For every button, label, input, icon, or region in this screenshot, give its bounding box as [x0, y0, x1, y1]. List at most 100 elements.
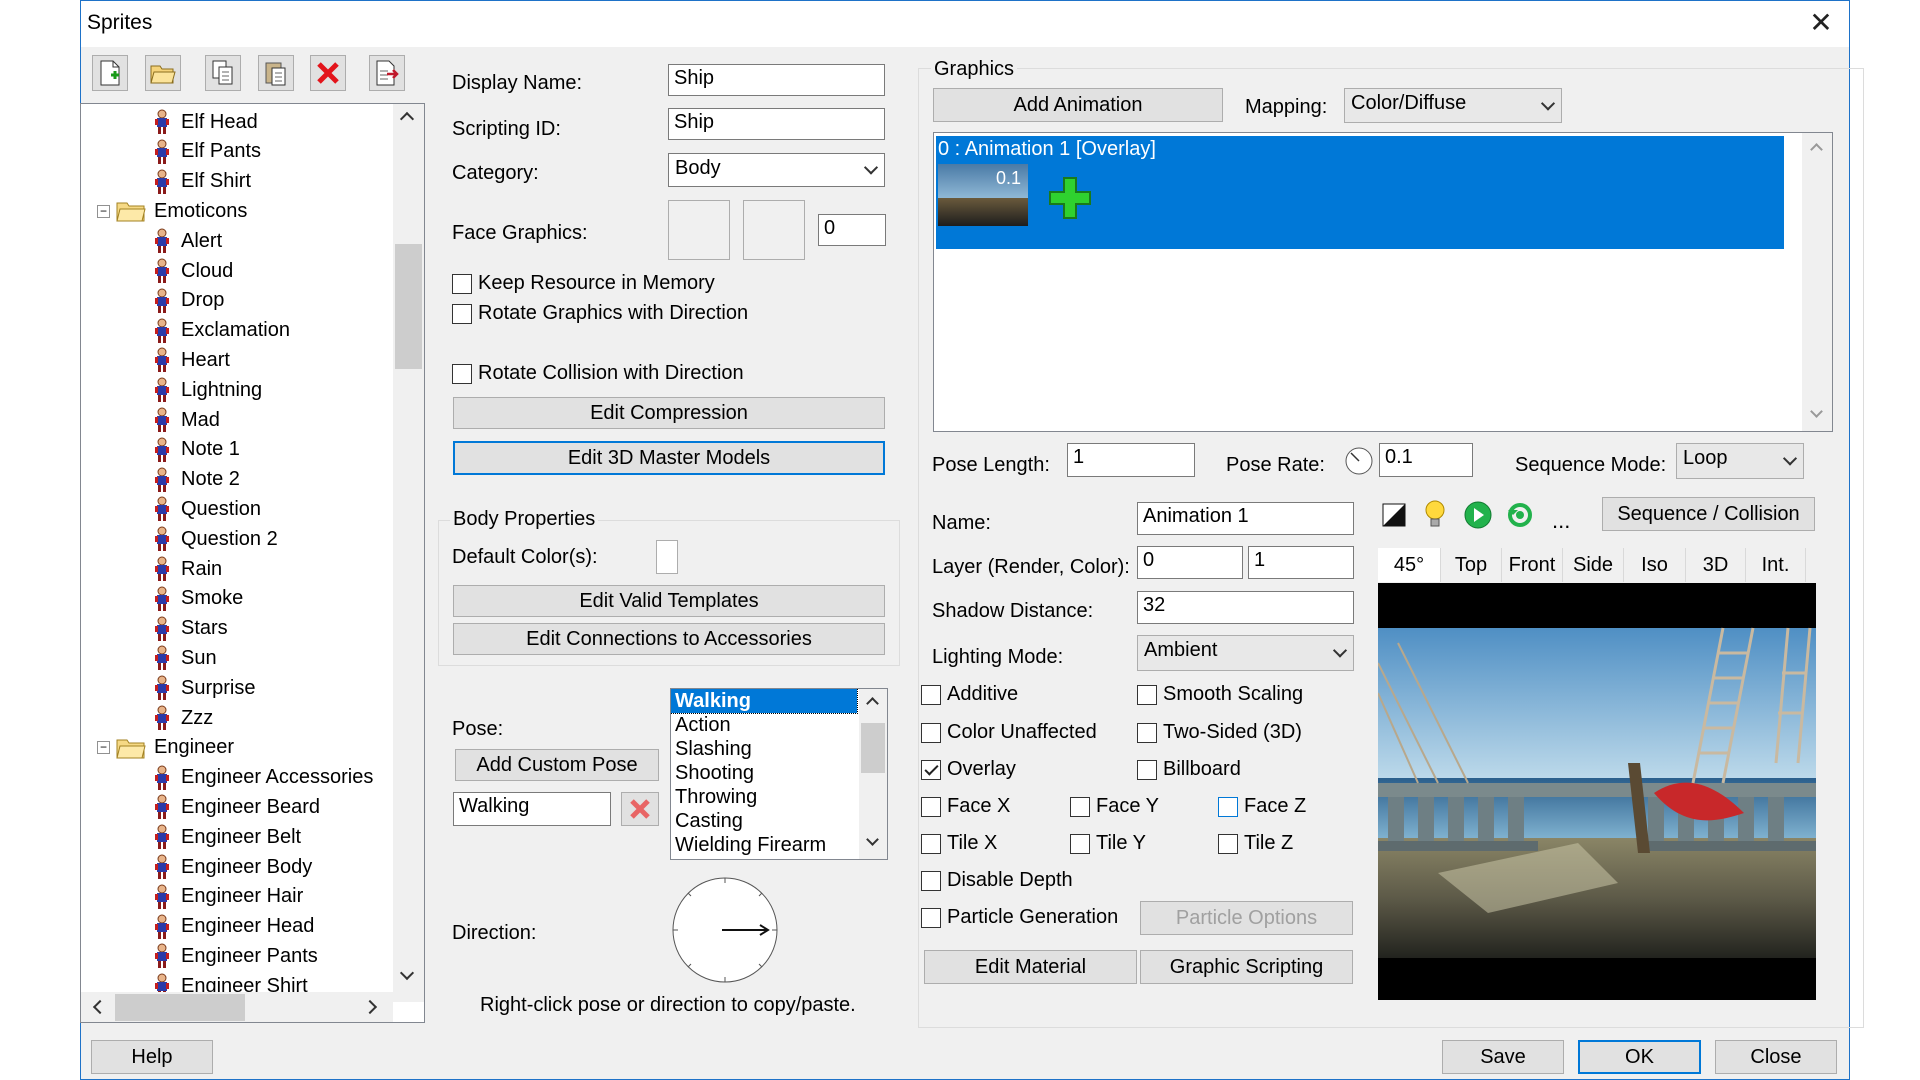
tree-vertical-scrollbar[interactable] — [393, 104, 424, 1002]
tree-item[interactable]: Question — [153, 494, 261, 524]
pose-name-field[interactable]: Walking — [453, 792, 611, 826]
pose-list-item[interactable]: Wielding Firearm — [671, 833, 887, 857]
pose-rate-dial-icon[interactable] — [1344, 446, 1374, 476]
preview-tab[interactable]: Top — [1441, 548, 1502, 582]
smooth-scaling-checkbox[interactable]: Smooth Scaling — [1137, 683, 1303, 706]
lighting-mode-select[interactable]: Ambient — [1137, 635, 1354, 671]
tree-item[interactable]: Elf Head — [153, 107, 258, 137]
collapse-icon[interactable]: − — [97, 741, 110, 755]
animation-list-scrollbar[interactable] — [1802, 133, 1832, 431]
checkbox-box[interactable] — [921, 722, 941, 743]
checkbox-box[interactable] — [452, 303, 472, 324]
tile-z-checkbox[interactable]: Tile Z — [1218, 832, 1293, 855]
graphic-preview[interactable] — [1378, 583, 1816, 1000]
edit-valid-templates-button[interactable]: Edit Valid Templates — [453, 585, 885, 617]
tree-item[interactable]: Stars — [153, 614, 228, 644]
light-bulb-icon[interactable] — [1422, 498, 1448, 530]
pose-list-scrollbar[interactable] — [859, 689, 887, 859]
pose-list-scroll-thumb[interactable] — [861, 723, 885, 773]
scroll-down-icon[interactable] — [399, 965, 415, 981]
checkbox-box[interactable] — [1137, 722, 1157, 743]
graphic-scripting-button[interactable]: Graphic Scripting — [1140, 950, 1353, 984]
delete-pose-button[interactable] — [621, 792, 659, 826]
face-graphic-slot-2[interactable] — [743, 200, 805, 260]
animation-frame-thumbnail[interactable]: 0.1 — [938, 164, 1028, 226]
scripting-id-field[interactable]: Ship — [668, 108, 885, 140]
tree-item[interactable]: Elf Shirt — [153, 167, 251, 197]
animation-name-field[interactable]: Animation 1 — [1137, 502, 1354, 535]
tree-item[interactable]: Exclamation — [153, 316, 290, 346]
default-color-swatch[interactable] — [656, 540, 678, 574]
checkbox-box[interactable] — [1218, 796, 1238, 817]
preview-tab[interactable]: 45° — [1378, 548, 1441, 582]
save-button[interactable]: Save — [1442, 1040, 1564, 1074]
tile-y-checkbox[interactable]: Tile Y — [1070, 832, 1146, 855]
loop-icon[interactable] — [1505, 500, 1535, 530]
delete-button[interactable] — [310, 55, 346, 91]
tree-scroll-thumb[interactable] — [395, 244, 422, 369]
tree-folder[interactable]: − Emoticons — [97, 196, 247, 226]
tree-horizontal-scrollbar[interactable] — [81, 992, 393, 1022]
checkbox-box[interactable] — [921, 796, 941, 817]
scroll-down-icon[interactable] — [1810, 405, 1823, 418]
tree-item[interactable]: Engineer Beard — [153, 792, 320, 822]
copy-button[interactable] — [205, 55, 241, 91]
edit-connections-button[interactable]: Edit Connections to Accessories — [453, 623, 885, 655]
scroll-down-icon[interactable] — [866, 833, 879, 846]
checkbox-box[interactable] — [921, 870, 941, 891]
preview-tab[interactable]: Int. — [1746, 548, 1806, 582]
tree-item[interactable]: Engineer Accessories — [153, 763, 373, 793]
collapse-icon[interactable]: − — [97, 204, 110, 218]
checkbox-box[interactable] — [921, 833, 941, 854]
shadow-distance-field[interactable]: 32 — [1137, 591, 1354, 624]
tree-item[interactable]: Mad — [153, 405, 220, 435]
checkbox-box[interactable] — [1137, 684, 1157, 705]
open-folder-button[interactable] — [145, 55, 181, 91]
pose-list-item[interactable]: Casting — [671, 809, 887, 833]
tree-folder[interactable]: − Engineer — [97, 733, 234, 763]
checkbox-box[interactable] — [1070, 833, 1090, 854]
add-frame-icon[interactable] — [1046, 174, 1094, 222]
layer-render-field[interactable]: 0 — [1137, 546, 1243, 579]
pose-list-item[interactable]: Slashing — [671, 737, 887, 761]
display-name-field[interactable]: Ship — [668, 64, 885, 96]
pose-list-item[interactable]: Walking — [671, 689, 858, 714]
face-graphics-field[interactable]: 0 — [818, 214, 886, 246]
add-animation-button[interactable]: Add Animation — [933, 88, 1223, 122]
tree-item[interactable]: Cloud — [153, 256, 233, 286]
tree-item[interactable]: Engineer Hair — [153, 882, 303, 912]
two-sided-checkbox[interactable]: Two-Sided (3D) — [1137, 721, 1302, 744]
scroll-up-icon[interactable] — [866, 697, 879, 710]
tree-item[interactable]: Heart — [153, 345, 230, 375]
edit-3d-master-models-button[interactable]: Edit 3D Master Models — [453, 441, 885, 475]
scroll-left-icon[interactable] — [92, 999, 108, 1015]
checkbox-box[interactable] — [1137, 759, 1157, 780]
checkbox-box[interactable] — [452, 363, 472, 384]
checkbox-box-checked[interactable] — [921, 759, 941, 780]
pose-list-item[interactable]: Action — [671, 713, 887, 737]
help-button[interactable]: Help — [91, 1040, 213, 1074]
scroll-up-icon[interactable] — [399, 111, 415, 127]
pose-list-item[interactable]: Shooting — [671, 761, 887, 785]
tree-item[interactable]: Smoke — [153, 584, 243, 614]
face-graphic-slot-1[interactable] — [668, 200, 730, 260]
layer-color-field[interactable]: 1 — [1248, 546, 1354, 579]
tree-item[interactable]: Engineer Body — [153, 852, 312, 882]
billboard-checkbox[interactable]: Billboard — [1137, 758, 1241, 781]
add-custom-pose-button[interactable]: Add Custom Pose — [455, 749, 659, 781]
tree-item[interactable]: Drop — [153, 286, 224, 316]
rotate-collision-checkbox[interactable]: Rotate Collision with Direction — [452, 362, 744, 385]
face-z-checkbox[interactable]: Face Z — [1218, 795, 1306, 818]
preview-tab[interactable]: Iso — [1624, 548, 1686, 582]
pose-list-item[interactable]: Throwing — [671, 785, 887, 809]
pose-length-field[interactable]: 1 — [1067, 443, 1195, 477]
new-sprite-button[interactable] — [92, 55, 128, 91]
tree-item[interactable]: Lightning — [153, 375, 262, 405]
tree-item[interactable]: Elf Pants — [153, 137, 261, 167]
animation-item[interactable]: 0 : Animation 1 [Overlay] 0.1 — [936, 136, 1784, 249]
pose-list[interactable]: Walking Action Slashing Shooting Throwing Cas… — [670, 688, 888, 860]
sequence-collision-button[interactable]: Sequence / Collision — [1602, 497, 1815, 531]
edit-material-button[interactable]: Edit Material — [924, 950, 1137, 984]
keep-resource-checkbox[interactable]: Keep Resource in Memory — [452, 272, 715, 295]
tree-item[interactable]: Alert — [153, 226, 222, 256]
